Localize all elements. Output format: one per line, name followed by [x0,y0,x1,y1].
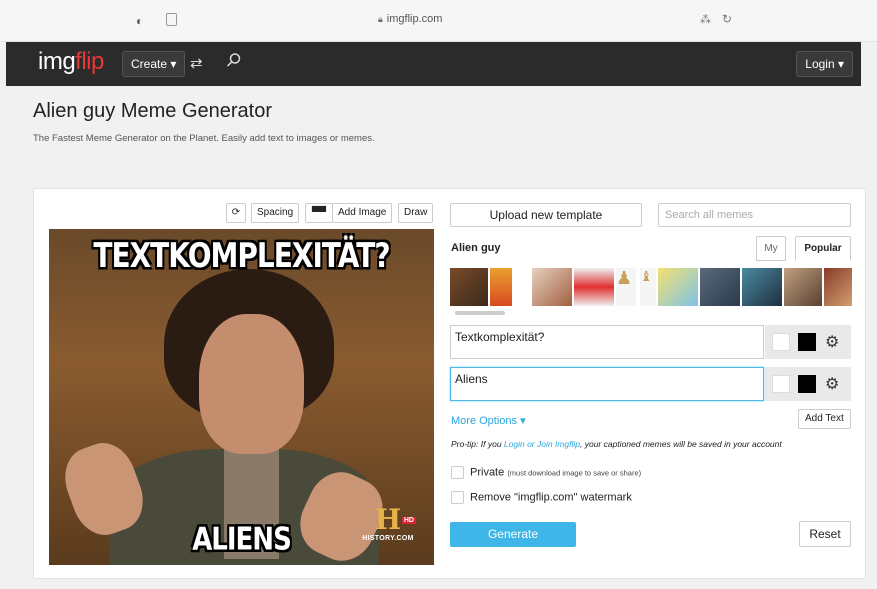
sunglasses-icon: ▀▀ [311,207,327,218]
watermark-label: Remove "imgflip.com" watermark [470,491,632,504]
thumbnail-figure-icon: ♟ [616,268,633,288]
tab-popular[interactable]: Popular [795,236,851,261]
text-color-swatch[interactable] [798,333,816,351]
generate-button[interactable]: Generate [450,522,576,547]
shield-icon[interactable]: ◐ [136,14,143,28]
draw-button[interactable]: Draw [398,203,434,223]
template-thumbnail[interactable] [450,268,488,306]
template-thumbnail[interactable] [490,268,512,306]
url-text: imgflip.com [386,13,443,25]
watermark-option: Remove "imgflip.com" watermark [451,491,632,504]
thumbnail-scrollbar[interactable] [455,311,505,315]
caption-input-1[interactable]: Textkomplexität? [450,325,764,359]
page-title: Alien guy Meme Generator [33,100,273,122]
address-bar[interactable]: 🔒︎ imgflip.com [378,13,442,25]
thumbnail-figure-icon: ♝ [640,268,653,284]
shuffle-icon[interactable]: ⇄ [190,54,203,72]
protip-text: Pro-tip: If you Login or Join Imgflip, y… [451,439,782,449]
template-thumbnail-strip: ♟ ♝ [450,268,852,308]
browser-toolbar: ◐ 🔒︎ imgflip.com ⁂ ↻ [0,0,877,42]
template-name: Alien guy [451,242,501,254]
imgflip-logo[interactable]: imgflip [38,48,104,76]
login-button[interactable]: Login ▾ [796,51,853,77]
upload-template-button[interactable]: Upload new template [450,203,642,227]
private-option: Private (must download image to save or … [451,466,641,479]
reader-icon[interactable] [166,13,177,26]
text-color-swatch[interactable] [798,375,816,393]
gear-icon[interactable]: ⚙ [825,332,839,352]
spacing-button[interactable]: Spacing [251,203,300,223]
gear-icon[interactable]: ⚙ [825,374,839,394]
meme-top-text[interactable]: TEXTKOMPLEXITÄT? [49,236,434,276]
outline-color-swatch[interactable] [772,375,790,393]
outline-color-swatch[interactable] [772,333,790,351]
caption-input-2[interactable]: Aliens [450,367,764,401]
template-thumbnail[interactable] [824,268,852,306]
add-text-button[interactable]: Add Text [798,409,851,429]
page-subtitle: The Fastest Meme Generator on the Planet… [33,133,375,144]
more-options-link[interactable]: More Options ▾ [451,414,526,427]
private-label: Private [470,466,505,479]
top-navigation: imgflip Create ▾ ⇄ Login ▾ [6,42,861,86]
template-thumbnail[interactable] [532,268,572,306]
template-thumbnail[interactable]: ♝ [640,268,656,306]
translate-icon[interactable]: ⁂ [700,13,711,26]
private-note: (must download image to save or share) [507,468,642,478]
reload-icon[interactable]: ↻ [722,12,732,26]
lock-icon: 🔒︎ [378,14,383,24]
rotate-icon: ⟳ [231,207,241,218]
caption-controls-2: ⚙ [765,367,851,401]
sunglasses-button[interactable]: ▀▀ [305,203,333,223]
rotate-button[interactable]: ⟳ [226,203,246,223]
login-join-link[interactable]: Login or Join Imgflip [504,439,580,449]
meme-figure-face [199,314,304,454]
create-menu-button[interactable]: Create ▾ [122,51,186,77]
caption-controls-1: ⚙ [765,325,851,359]
history-channel-logo: H HD HISTORY.COM [362,503,416,542]
search-memes-input[interactable] [658,203,851,227]
template-thumbnail[interactable] [784,268,822,306]
meme-preview-image[interactable]: TEXTKOMPLEXITÄT? ALIENS H HD HISTORY.COM [49,229,434,565]
template-thumbnail[interactable]: ♟ [616,268,636,306]
add-image-button[interactable]: Add Image [333,203,393,223]
template-thumbnail[interactable] [658,268,698,306]
private-checkbox[interactable] [451,466,464,479]
reset-button[interactable]: Reset [799,521,851,547]
tab-my[interactable]: My [756,236,786,261]
search-icon[interactable] [226,52,242,73]
template-thumbnail[interactable] [574,268,614,306]
watermark-checkbox[interactable] [451,491,464,504]
template-thumbnail[interactable] [700,268,740,306]
template-thumbnail[interactable] [742,268,782,306]
